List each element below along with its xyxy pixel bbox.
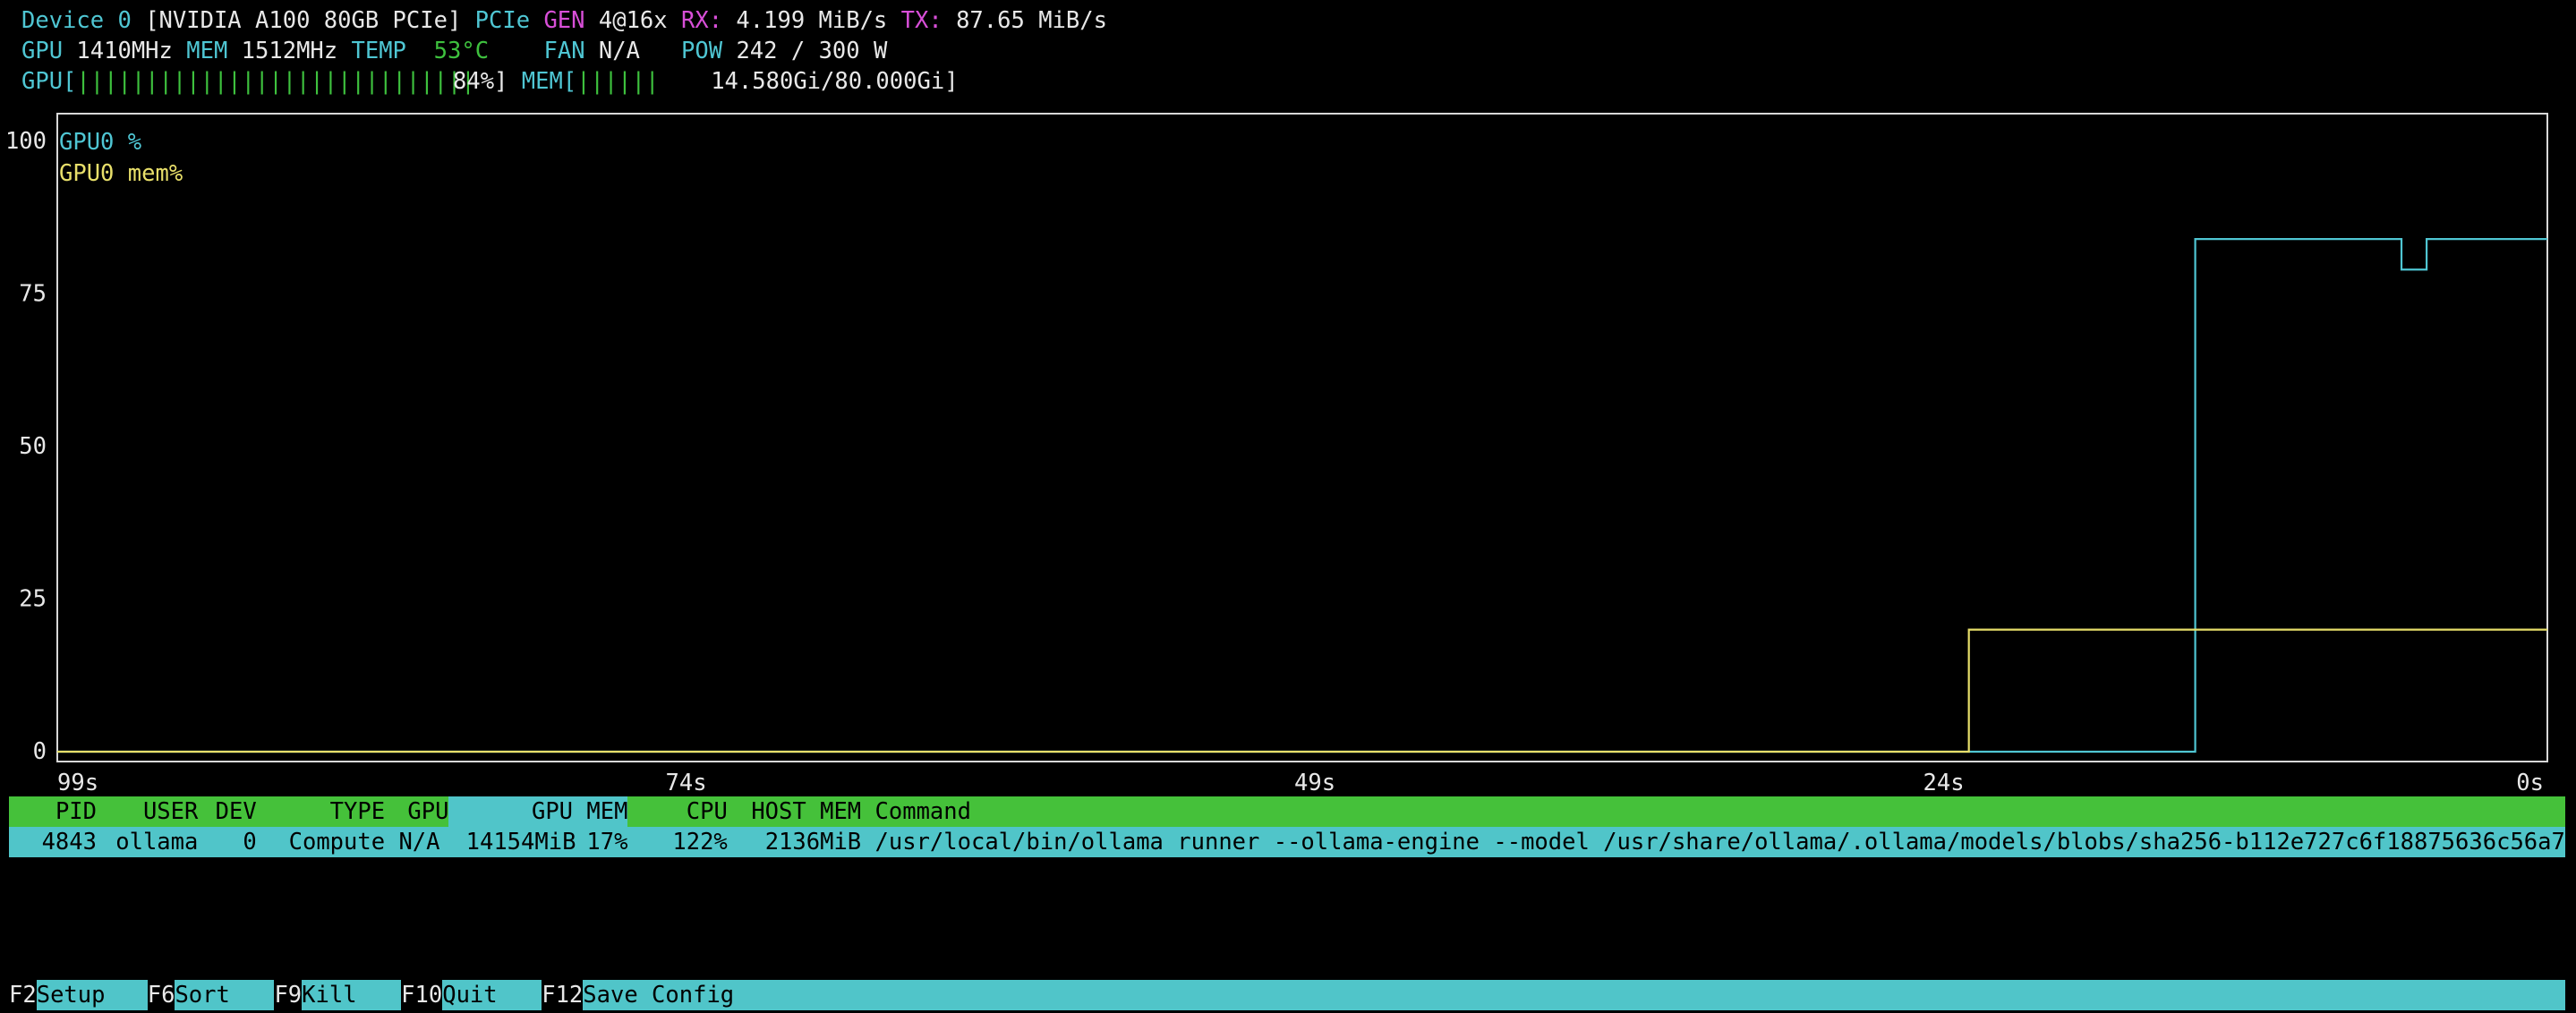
dev-cell: 0 [243, 829, 257, 856]
gpu-clock-label: GPU [21, 38, 64, 64]
x-tick-label: 74s [665, 770, 706, 796]
table-row[interactable]: 4843 ollama 0 Compute N/A 14154MiB 17% 122… [9, 827, 2565, 857]
gpu-util-value: 84%] [453, 68, 508, 95]
col-cpu[interactable]: CPU [642, 796, 728, 827]
col-command[interactable]: Command [875, 796, 971, 827]
cpu-cell: 122% [672, 829, 728, 856]
process-table-header[interactable]: PID USER DEV TYPE GPU GPU MEM CPU HOST ME… [9, 796, 2565, 827]
f6-key[interactable]: F6 [147, 980, 175, 1010]
rx-value: 4.199 MiB/s [736, 7, 888, 34]
type-cell: Compute [288, 829, 386, 856]
command-cell: /usr/local/bin/ollama runner --ollama-en… [874, 829, 2565, 856]
mem-util-value: 14.580Gi/80.000Gi] [711, 68, 959, 95]
y-tick-label: 25 [19, 586, 47, 613]
gpu-clock-value: 1410MHz [76, 38, 173, 64]
gpu-util-bar: ||||||||||||||||||||||||||||| [76, 68, 475, 95]
temp-value: 53°C [433, 38, 490, 64]
rx-label: RX: [680, 7, 723, 34]
col-gpu[interactable]: GPU [398, 796, 448, 827]
f12-key[interactable]: F12 [542, 980, 584, 1010]
pow-label: POW [681, 38, 723, 64]
gpu-mem-cell: 14154MiB [465, 829, 576, 856]
x-tick-label: 0s [2516, 770, 2544, 796]
save-config-button[interactable]: Save Config [583, 980, 734, 1010]
legend-gpu-util: GPU0 % [59, 129, 141, 156]
col-gpu-mem[interactable]: GPU MEM [448, 796, 628, 827]
mem-bar-label: MEM[ [521, 68, 577, 95]
temp-label: TEMP [351, 38, 406, 64]
x-tick-label: 24s [1923, 770, 1965, 796]
x-tick-label: 49s [1294, 770, 1335, 796]
mem-util-bar: |||||| [576, 68, 660, 95]
pid-cell: 4843 [41, 829, 97, 856]
gen-value: 4@16x [598, 7, 668, 34]
pow-value: 242 / 300 W [736, 38, 888, 64]
chart-frame [56, 113, 2548, 762]
user-cell: ollama [115, 829, 199, 856]
col-type[interactable]: TYPE [270, 796, 385, 827]
utilization-bars-line: GPU[|||||||||||||||||||||||||||||84%] ME… [21, 66, 959, 97]
device-name: [NVIDIA A100 80GB PCIe] [145, 7, 462, 34]
gpu-mem-series-line [57, 628, 2547, 753]
gpu-util-series-line [57, 238, 2547, 753]
mem-clock-label: MEM [186, 38, 228, 64]
gpu-cell: N/A [398, 829, 440, 856]
sort-button[interactable]: Sort [175, 980, 274, 1010]
fan-value: N/A [598, 38, 640, 64]
col-dev[interactable]: DEV [212, 796, 257, 827]
f2-key[interactable]: F2 [9, 980, 37, 1010]
tx-value: 87.65 MiB/s [956, 7, 1107, 34]
setup-button[interactable]: Setup [37, 980, 148, 1010]
col-host-mem[interactable]: HOST MEM [741, 796, 861, 827]
gen-label: GEN [543, 7, 585, 34]
gpu-bar-label: GPU[ [21, 68, 77, 95]
f9-key[interactable]: F9 [274, 980, 303, 1010]
y-tick-label: 100 [5, 128, 47, 155]
col-pid[interactable]: PID [9, 796, 97, 827]
y-tick-label: 0 [33, 738, 47, 765]
utilization-chart: 100 75 50 25 0 99s 74s 49s 24s 0s GPU0 % GPU0 me… [5, 113, 2548, 796]
f10-key[interactable]: F10 [401, 980, 443, 1010]
device-label: Device 0 [21, 7, 132, 34]
tx-label: TX: [900, 7, 943, 34]
quit-button[interactable]: Quit [442, 980, 542, 1010]
fan-label: FAN [543, 38, 585, 64]
device-info-line: Device 0 [NVIDIA A100 80GB PCIe] PCIe GE… [21, 5, 1107, 36]
y-tick-label: 50 [19, 433, 47, 460]
mem-clock-value: 1512MHz [241, 38, 338, 64]
clock-info-line: GPU 1410MHz MEM 1512MHz TEMP 53°C FAN N/… [21, 36, 887, 66]
pcie-label: PCIe [474, 7, 531, 34]
gpu-mem-pct-cell: 17% [586, 829, 628, 856]
y-tick-label: 75 [19, 281, 47, 308]
col-user[interactable]: USER [110, 796, 198, 827]
x-tick-label: 99s [57, 770, 98, 796]
kill-button[interactable]: Kill [302, 980, 401, 1010]
function-key-bar: F2Setup F6Sort F9Kill F10Quit F12Save Config [9, 980, 2565, 1010]
host-mem-cell: 2136MiB [764, 829, 862, 856]
legend-gpu-mem: GPU0 mem% [59, 160, 183, 187]
